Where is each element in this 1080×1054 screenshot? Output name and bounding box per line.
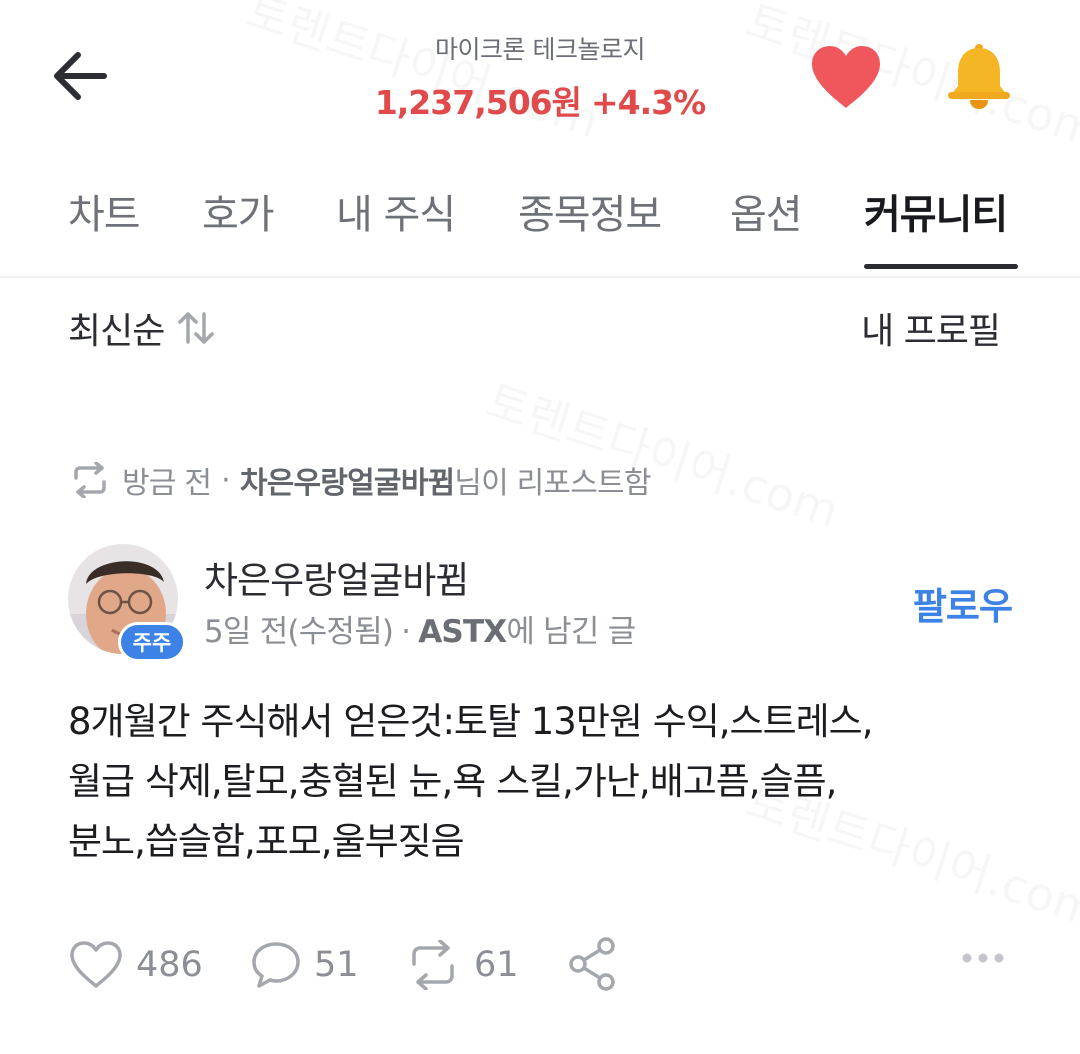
stock-title: 마이크론 테크놀로지 1,237,506원 +4.3% [0, 30, 1080, 124]
tab-stock-info[interactable]: 종목정보 [518, 182, 662, 240]
tab-chart[interactable]: 차트 [68, 182, 141, 240]
share-button[interactable] [566, 936, 630, 992]
tab-my-stock[interactable]: 내 주식 [336, 182, 456, 240]
comment-button[interactable]: 51 [250, 940, 359, 990]
heart-outline-icon [70, 941, 122, 988]
comment-count: 51 [314, 945, 359, 985]
bell-icon [948, 44, 1010, 109]
repost-notice: 방금 전 · 차은우랑얼굴바뀜 님이 리포스트함 [68, 458, 651, 502]
post-body-line: 8개월간 주식해서 얻은것:토탈 13만원 수익,스트레스, [68, 700, 873, 743]
more-dots-icon [962, 953, 1004, 963]
post-time: 5일 전(수정됨) [204, 614, 394, 650]
repost-button[interactable]: 61 [404, 940, 519, 990]
tab-options[interactable]: 옵션 [730, 182, 803, 240]
post-meta: 5일 전(수정됨) · ASTX에 남긴 글 [204, 606, 636, 651]
sort-arrows-icon [178, 312, 215, 344]
price-change: +4.3% [590, 83, 706, 122]
repost-icon [74, 462, 106, 498]
like-button[interactable]: 486 [68, 940, 203, 990]
notification-button[interactable] [944, 42, 1014, 110]
share-icon [569, 937, 615, 991]
post-actions: 486 51 61 [0, 932, 1080, 996]
ticker-link[interactable]: ASTX [418, 614, 507, 650]
post-body[interactable]: 8개월간 주식해서 얻은것:토탈 13만원 수익,스트레스, 월급 삭제,탈모,… [68, 692, 1028, 872]
shareholder-badge: 주주 [118, 622, 186, 662]
heart-icon [812, 46, 880, 108]
meta-suffix: 에 남긴 글 [506, 614, 636, 650]
current-price: 1,237,506원 [374, 83, 582, 122]
active-tab-indicator [864, 264, 1018, 269]
top-bar: 마이크론 테크놀로지 1,237,506원 +4.3% [0, 0, 1080, 140]
stock-name: 마이크론 테크놀로지 [435, 35, 645, 64]
reposter-name[interactable]: 차은우랑얼굴바뀜 [240, 458, 455, 502]
watermark: 토렌트다이어.com [479, 365, 848, 541]
tab-order-book[interactable]: 호가 [202, 182, 275, 240]
tab-bar: 차트 호가 내 주식 종목정보 옵션 커뮤니티 [0, 176, 1080, 278]
author-name[interactable]: 차은우랑얼굴바뀜 [204, 550, 469, 604]
separator: · [221, 462, 231, 498]
sort-button[interactable]: 최신순 [68, 302, 216, 354]
more-options-button[interactable] [960, 950, 1006, 969]
follow-button[interactable]: 팔로우 [913, 576, 1013, 630]
repost-icon [412, 940, 454, 990]
post-body-line: 월급 삭제,탈모,충혈된 눈,욕 스킬,가난,배고픔,슬픔, [68, 760, 837, 803]
tab-community[interactable]: 커뮤니티 [864, 182, 1008, 240]
my-profile-button[interactable]: 내 프로필 [861, 302, 1001, 354]
separator: · [401, 614, 411, 650]
comment-icon [252, 942, 300, 988]
repost-suffix: 님이 리포스트함 [454, 466, 651, 501]
like-count: 486 [136, 945, 203, 985]
favorite-button[interactable] [808, 44, 884, 110]
price-line: 1,237,506원 +4.3% [0, 76, 1080, 124]
repost-count: 61 [474, 945, 519, 985]
sort-label: 최신순 [68, 311, 165, 352]
post-body-line: 분노,씁슬함,포모,울부짖음 [68, 820, 465, 863]
repost-time: 방금 전 [122, 466, 212, 501]
